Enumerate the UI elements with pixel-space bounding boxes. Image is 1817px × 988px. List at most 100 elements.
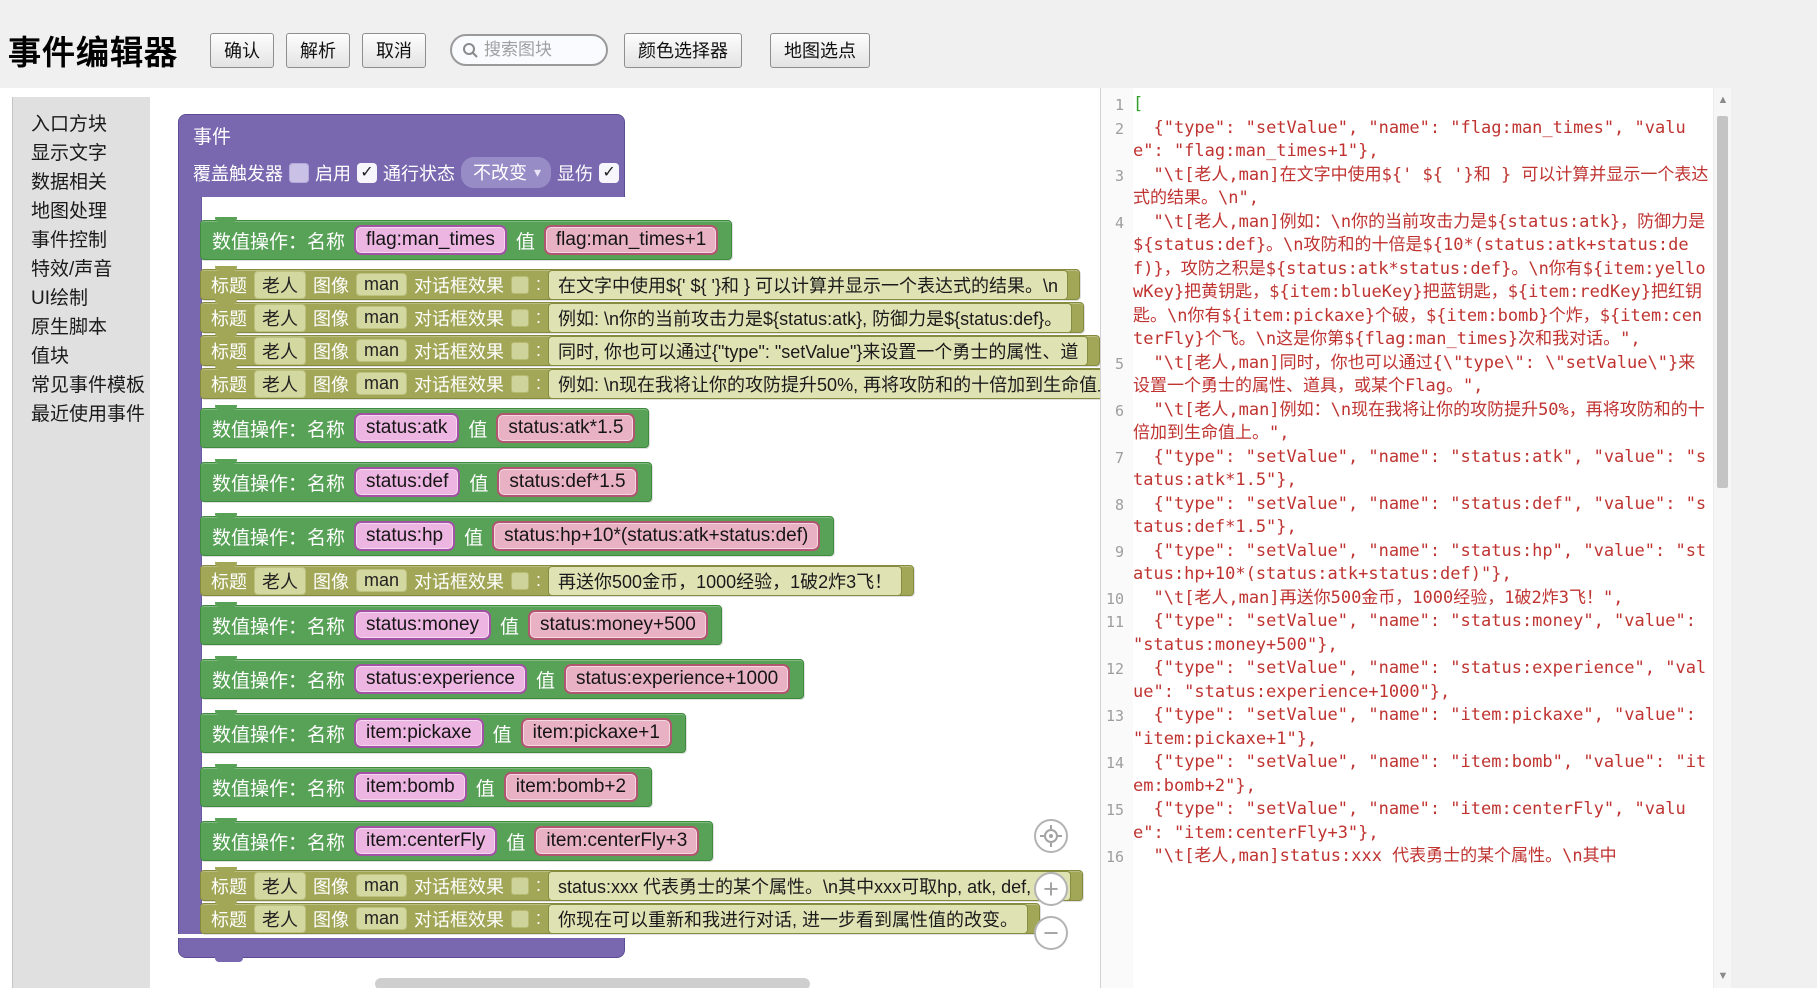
image-field[interactable]: man (356, 874, 407, 897)
setvalue-block[interactable]: 数值操作：名称item:pickaxe值item:pickaxe+1 (200, 713, 686, 753)
zoom-out-button[interactable]: − (1034, 916, 1068, 950)
setvalue-block[interactable]: 数值操作：名称status:def值status:def*1.5 (200, 462, 652, 502)
code-line[interactable]: 10 "\t[老人,man]再送你500金币，1000经验，1破2炸3飞！", (1101, 587, 1713, 611)
text-block[interactable]: 标题老人图像man对话框效果:例如: \n现在我将让你的攻防提升50%, 再将攻… (200, 368, 1100, 399)
pass-state-dropdown[interactable]: 不改变 (461, 157, 551, 188)
name-field[interactable]: status:def (354, 467, 460, 497)
text-field[interactable]: 再送你500金币，1000经验，1破2炸3飞！ (548, 566, 902, 596)
name-field[interactable]: item:centerFly (354, 826, 497, 856)
toolbox-category[interactable]: 常见事件模板 (31, 371, 150, 400)
code-line[interactable]: 1[ (1101, 93, 1713, 117)
setvalue-block[interactable]: 数值操作：名称status:money值status:money+500 (200, 605, 722, 645)
name-field[interactable]: status:hp (354, 521, 455, 551)
zoom-in-button[interactable]: + (1034, 872, 1068, 906)
value-field[interactable]: item:centerFly+3 (534, 826, 699, 856)
toolbox-category[interactable]: 数据相关 (31, 168, 150, 197)
value-field[interactable]: item:bomb+2 (504, 772, 638, 802)
name-field[interactable]: status:money (354, 610, 491, 640)
scrollbar-thumb[interactable] (1717, 116, 1728, 488)
image-field[interactable]: man (356, 339, 407, 362)
toolbox-category[interactable]: 最近使用事件 (31, 400, 150, 429)
speaker-field[interactable]: 老人 (254, 905, 306, 933)
setvalue-block[interactable]: 数值操作：名称status:hp值status:hp+10*(status:at… (200, 516, 834, 556)
code-line[interactable]: 5 "\t[老人,man]同时，你也可以通过{\"type\": \"setVa… (1101, 352, 1713, 399)
search-box[interactable] (450, 34, 608, 66)
setvalue-block[interactable]: 数值操作：名称flag:man_times值flag:man_times+1 (200, 220, 732, 260)
text-block[interactable]: 标题老人图像man对话框效果:status:xxx 代表勇士的某个属性。\n其中… (200, 870, 1083, 901)
image-field[interactable]: man (356, 569, 407, 592)
setvalue-block[interactable]: 数值操作：名称item:centerFly值item:centerFly+3 (200, 821, 713, 861)
code-line[interactable]: 4 "\t[老人,man]例如：\n你的当前攻击力是${status:atk}，… (1101, 211, 1713, 352)
toolbox-category[interactable]: 地图处理 (31, 197, 150, 226)
text-field[interactable]: 你现在可以重新和我进行对话, 进一步看到属性值的改变。 (548, 904, 1028, 934)
code-line[interactable]: 16 "\t[老人,man]status:xxx 代表勇士的某个属性。\n其中 (1101, 845, 1713, 869)
speaker-field[interactable]: 老人 (254, 337, 306, 365)
code-line[interactable]: 13 {"type": "setValue", "name": "item:pi… (1101, 704, 1713, 751)
text-block[interactable]: 标题老人图像man对话框效果:你现在可以重新和我进行对话, 进一步看到属性值的改… (200, 903, 1040, 934)
speaker-field[interactable]: 老人 (254, 872, 306, 900)
dialog-effect-checkbox[interactable] (511, 309, 529, 327)
code-line[interactable]: 6 "\t[老人,man]例如：\n现在我将让你的攻防提升50%，再将攻防和的十… (1101, 399, 1713, 446)
value-field[interactable]: status:money+500 (528, 610, 708, 640)
code-scrollbar[interactable]: ▲ ▼ (1713, 88, 1731, 988)
search-input[interactable] (484, 40, 594, 60)
speaker-field[interactable]: 老人 (254, 567, 306, 595)
toolbox-category[interactable]: 值块 (31, 342, 150, 371)
map-pick-button[interactable]: 地图选点 (770, 33, 870, 68)
speaker-field[interactable]: 老人 (254, 271, 306, 299)
name-field[interactable]: status:atk (354, 413, 459, 443)
confirm-button[interactable]: 确认 (210, 33, 274, 68)
code-line[interactable]: 9 {"type": "setValue", "name": "status:h… (1101, 540, 1713, 587)
image-field[interactable]: man (356, 306, 407, 329)
workspace-horizontal-scrollbar[interactable] (375, 978, 810, 988)
code-line[interactable]: 3 "\t[老人,man]在文字中使用${' ${ '}和 } 可以计算并显示一… (1101, 164, 1713, 211)
toolbox-category[interactable]: UI绘制 (31, 284, 150, 313)
override-trigger-checkbox[interactable] (289, 163, 309, 183)
text-field[interactable]: 在文字中使用${' ${ '}和 } 可以计算并显示一个表达式的结果。\n (548, 270, 1068, 300)
scroll-down-arrow-icon[interactable]: ▼ (1714, 966, 1732, 986)
toolbox-category[interactable]: 事件控制 (31, 226, 150, 255)
name-field[interactable]: flag:man_times (354, 225, 507, 255)
value-field[interactable]: flag:man_times+1 (544, 225, 719, 255)
text-field[interactable]: 例如: \n你的当前攻击力是${status:atk}, 防御力是${statu… (548, 303, 1072, 333)
toolbox-category[interactable]: 特效/声音 (31, 255, 150, 284)
event-block[interactable]: 事件 覆盖触发器 启用 通行状态 不改变 显伤 数值操作：名称flag:man_… (178, 114, 1100, 958)
code-line[interactable]: 8 {"type": "setValue", "name": "status:d… (1101, 493, 1713, 540)
dialog-effect-checkbox[interactable] (511, 572, 529, 590)
speaker-field[interactable]: 老人 (254, 304, 306, 332)
text-field[interactable]: status:xxx 代表勇士的某个属性。\n其中xxx可取hp, atk, d… (548, 871, 1071, 901)
setvalue-block[interactable]: 数值操作：名称status:experience值status:experien… (200, 659, 804, 699)
code-line[interactable]: 12 {"type": "setValue", "name": "status:… (1101, 657, 1713, 704)
image-field[interactable]: man (356, 273, 407, 296)
code-line[interactable]: 7 {"type": "setValue", "name": "status:a… (1101, 446, 1713, 493)
image-field[interactable]: man (356, 907, 407, 930)
text-block[interactable]: 标题老人图像man对话框效果:例如: \n你的当前攻击力是${status:at… (200, 302, 1084, 333)
code-line[interactable]: 15 {"type": "setValue", "name": "item:ce… (1101, 798, 1713, 845)
dialog-effect-checkbox[interactable] (511, 342, 529, 360)
dialog-effect-checkbox[interactable] (511, 276, 529, 294)
toolbox-category[interactable]: 原生脚本 (31, 313, 150, 342)
setvalue-block[interactable]: 数值操作：名称status:atk值status:atk*1.5 (200, 408, 649, 448)
setvalue-block[interactable]: 数值操作：名称item:bomb值item:bomb+2 (200, 767, 652, 807)
dialog-effect-checkbox[interactable] (511, 375, 529, 393)
value-field[interactable]: status:hp+10*(status:atk+status:def) (492, 521, 820, 551)
text-field[interactable]: 例如: \n现在我将让你的攻防提升50%, 再将攻防和的十倍加到生命值上。 (548, 369, 1100, 399)
text-field[interactable]: 同时, 你也可以通过{"type": "setValue"}来设置一个勇士的属性… (548, 336, 1088, 366)
code-line[interactable]: 11 {"type": "setValue", "name": "status:… (1101, 610, 1713, 657)
parse-button[interactable]: 解析 (286, 33, 350, 68)
name-field[interactable]: item:bomb (354, 772, 467, 802)
cancel-button[interactable]: 取消 (362, 33, 426, 68)
code-line[interactable]: 2 {"type": "setValue", "name": "flag:man… (1101, 117, 1713, 164)
speaker-field[interactable]: 老人 (254, 370, 306, 398)
value-field[interactable]: status:def*1.5 (497, 467, 637, 497)
code-line[interactable]: 14 {"type": "setValue", "name": "item:bo… (1101, 751, 1713, 798)
scroll-up-arrow-icon[interactable]: ▲ (1714, 90, 1732, 110)
color-picker-button[interactable]: 颜色选择器 (624, 33, 742, 68)
name-field[interactable]: item:pickaxe (354, 718, 484, 748)
toolbox-category[interactable]: 显示文字 (31, 139, 150, 168)
damage-checkbox[interactable] (599, 163, 619, 183)
name-field[interactable]: status:experience (354, 664, 527, 694)
event-block-header[interactable]: 事件 覆盖触发器 启用 通行状态 不改变 显伤 (178, 114, 625, 197)
value-field[interactable]: status:experience+1000 (564, 664, 790, 694)
value-field[interactable]: item:pickaxe+1 (521, 718, 672, 748)
